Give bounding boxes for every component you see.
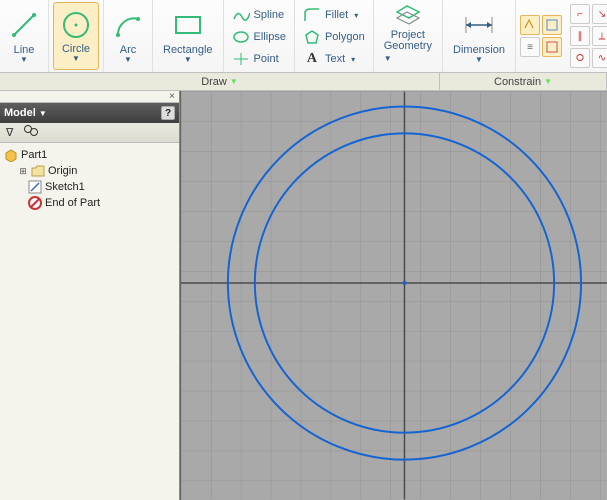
- constraint-btn-a[interactable]: ≡: [520, 37, 540, 57]
- chevron-down-icon: ▼: [230, 77, 238, 86]
- constrain-panel-label: Constrain: [494, 76, 541, 88]
- ellipse-tool[interactable]: Ellipse: [232, 28, 286, 46]
- arc-tool[interactable]: Arc ▼: [108, 2, 148, 70]
- spline-icon: [232, 6, 250, 24]
- show-constraints-toggle[interactable]: [542, 15, 562, 35]
- chevron-down-icon: ▼: [544, 77, 552, 86]
- point-tool[interactable]: Point: [232, 50, 286, 68]
- polygon-tool[interactable]: Polygon: [303, 28, 365, 46]
- tree-sketch-node[interactable]: Sketch1: [4, 179, 175, 195]
- text-icon: A: [303, 50, 321, 68]
- circle-dropdown-icon: ▼: [72, 54, 80, 63]
- auto-dim-toggle[interactable]: [520, 15, 540, 35]
- polygon-icon: [303, 28, 321, 46]
- constraint-tangent[interactable]: ⭘: [570, 48, 590, 68]
- sketch-canvas[interactable]: [180, 91, 607, 500]
- point-icon: [232, 50, 250, 68]
- model-browser: × Model ▼ ? ∇ Part1 ⊞ Origin Sketch1 End…: [0, 91, 180, 500]
- fillet-icon: [303, 6, 321, 24]
- ellipse-label: Ellipse: [254, 31, 286, 43]
- line-icon: [10, 6, 38, 43]
- arc-dropdown-icon: ▼: [124, 55, 132, 64]
- fillet-label: Fillet: [325, 9, 348, 21]
- constraint-palette: ⌐ ↘ ◦ ⏚ ∥ ⟂ — | ⭘ ∿ ⇔ =: [568, 0, 607, 72]
- text-label: Text: [325, 53, 345, 65]
- point-label: Point: [254, 53, 279, 65]
- browser-help-button[interactable]: ?: [161, 106, 175, 120]
- circle-tool[interactable]: Circle ▼: [53, 2, 99, 70]
- expand-icon[interactable]: ⊞: [18, 166, 28, 177]
- folder-icon: [31, 164, 45, 178]
- constraint-smooth[interactable]: ∿: [592, 48, 607, 68]
- filter-icon[interactable]: ∇: [6, 126, 13, 139]
- fillet-dropdown-icon: ▾: [354, 11, 358, 20]
- polygon-label: Polygon: [325, 31, 365, 43]
- dimension-dropdown-icon: ▼: [475, 55, 483, 64]
- tree-sketch-label: Sketch1: [45, 181, 85, 193]
- rectangle-tool[interactable]: Rectangle ▼: [157, 2, 219, 70]
- dimension-tool[interactable]: Dimension ▼: [447, 2, 511, 70]
- arc-icon: [114, 6, 142, 43]
- sketch-icon: [28, 180, 42, 194]
- constrain-panel-dropdown[interactable]: Constrain▼: [440, 73, 607, 90]
- tree-part-node[interactable]: Part1: [4, 147, 175, 163]
- line-tool[interactable]: Line ▼: [4, 2, 44, 70]
- draw-panel-label: Draw: [201, 76, 227, 88]
- constraint-btn-b[interactable]: [542, 37, 562, 57]
- center-point[interactable]: [402, 281, 406, 285]
- ellipse-icon: [232, 28, 250, 46]
- spline-label: Spline: [254, 9, 285, 21]
- rectangle-dropdown-icon: ▼: [184, 55, 192, 64]
- text-dropdown-icon: ▾: [351, 55, 355, 64]
- text-tool[interactable]: A Text ▾: [303, 50, 365, 68]
- tree-origin-node[interactable]: ⊞ Origin: [4, 163, 175, 179]
- project-geometry-icon: [393, 4, 423, 28]
- line-dropdown-icon: ▼: [20, 55, 28, 64]
- draw-panel-dropdown[interactable]: Draw▼: [0, 73, 440, 90]
- part-icon: [4, 148, 18, 162]
- browser-title-dropdown-icon: ▼: [39, 109, 47, 118]
- circle-icon: [60, 7, 92, 42]
- project-geometry-label-2: Geometry: [384, 40, 432, 52]
- browser-close-button[interactable]: ×: [0, 91, 179, 103]
- tree-end-of-part-node[interactable]: End of Part: [4, 195, 175, 211]
- find-icon[interactable]: [23, 124, 39, 141]
- end-of-part-icon: [28, 196, 42, 210]
- tree-origin-label: Origin: [48, 165, 77, 177]
- tree-part-label: Part1: [21, 149, 47, 161]
- rectangle-icon: [172, 6, 204, 43]
- spline-tool[interactable]: Spline: [232, 6, 286, 24]
- fillet-tool[interactable]: Fillet ▾: [303, 6, 365, 24]
- constraint-perpendicular[interactable]: ⟂: [592, 26, 607, 46]
- dimension-icon: [462, 6, 496, 43]
- project-geometry-tool[interactable]: Project Geometry ▼: [378, 1, 438, 70]
- constraint-coincident[interactable]: ⌐: [570, 4, 590, 24]
- proj-geom-dropdown-icon: ▼: [384, 54, 392, 63]
- tree-end-of-part-label: End of Part: [45, 197, 100, 209]
- constraint-parallel[interactable]: ∥: [570, 26, 590, 46]
- browser-title: Model: [4, 107, 36, 119]
- constraint-utils: ≡: [518, 11, 564, 61]
- constraint-collinear[interactable]: ↘: [592, 4, 607, 24]
